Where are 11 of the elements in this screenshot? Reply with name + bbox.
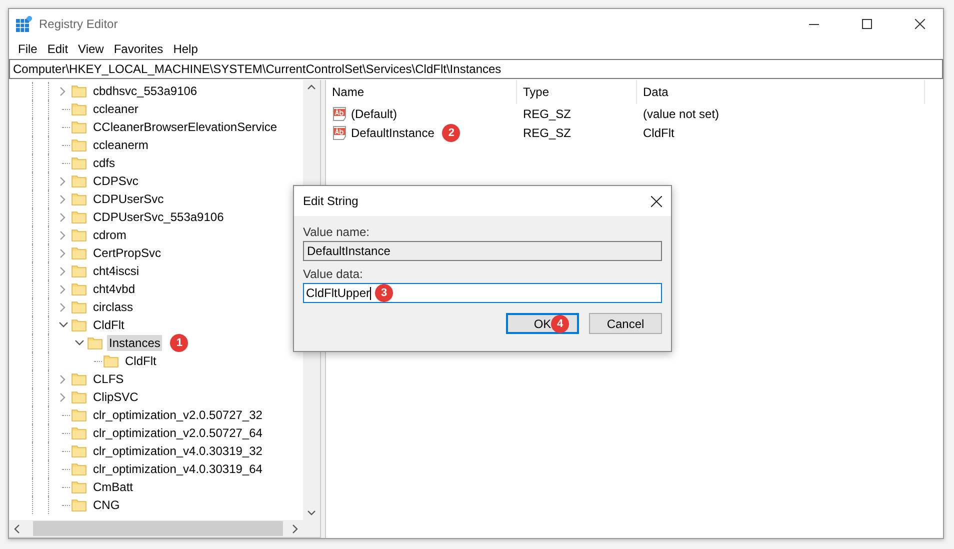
dialog-title: Edit String [303, 194, 358, 208]
field-label: Value name: [303, 225, 370, 239]
value-data: (value not set) [643, 106, 720, 120]
step-badge: 1 [170, 334, 188, 352]
value-type: REG_SZ [523, 106, 572, 120]
value-type: REG_SZ [523, 126, 572, 140]
window-title: Registry Editor [39, 17, 119, 31]
value-data: CldFlt [643, 126, 674, 140]
field-label: Value data: [303, 267, 364, 281]
step-badge: 3 [375, 284, 394, 302]
step-badge: 2 [442, 124, 460, 142]
